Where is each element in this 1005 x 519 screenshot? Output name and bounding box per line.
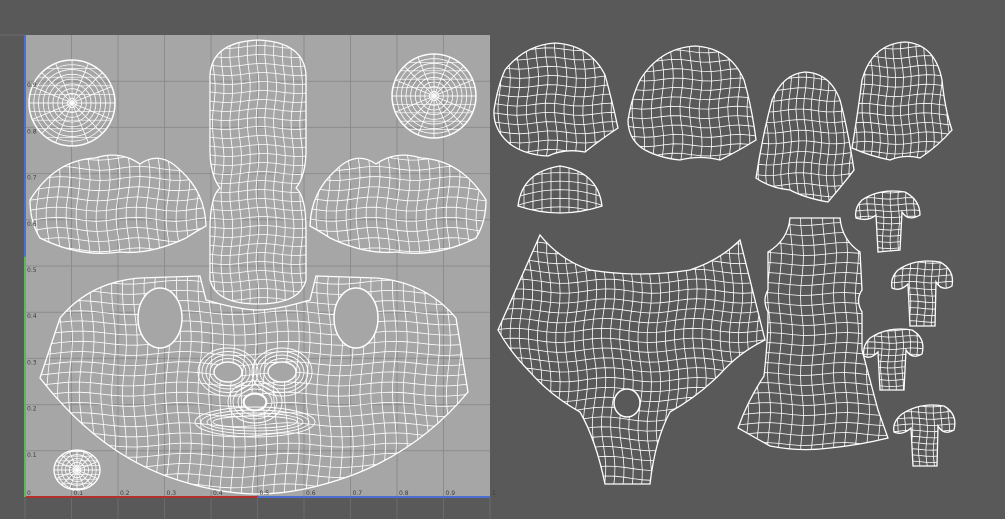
u-tick-label: 0.5 bbox=[260, 490, 270, 497]
v-tick-label: 0.9 bbox=[27, 82, 37, 89]
uv-editor-viewport[interactable]: 0 0.1 0.2 0.3 0.4 0.5 0.6 0.7 0.8 0.9 1 0.1 0.2 0.3 0.… bbox=[0, 0, 1005, 519]
uv-shell-eyeball-right[interactable] bbox=[391, 53, 477, 139]
u-tick-label: 0.9 bbox=[446, 490, 456, 497]
u-tick-label: 0.3 bbox=[167, 490, 177, 497]
eye-hole bbox=[267, 361, 297, 383]
u-tick-label: 1 bbox=[492, 490, 496, 497]
uv-shell-hood-3[interactable] bbox=[751, 67, 860, 208]
eye-socket-hole bbox=[137, 287, 183, 349]
v-tick-label: 0.5 bbox=[27, 267, 37, 274]
u-tick-label: 0.1 bbox=[74, 490, 84, 497]
v-tick-label: 0.8 bbox=[27, 128, 37, 135]
uv-shell-hood-2[interactable] bbox=[623, 41, 760, 166]
eye-hole bbox=[213, 361, 243, 383]
uv-shell-glove-4[interactable] bbox=[889, 399, 957, 469]
v-tick-label: 0.4 bbox=[27, 313, 37, 320]
u-tick-label: 0.6 bbox=[306, 490, 316, 497]
uv-shell-hood-4[interactable] bbox=[847, 37, 958, 164]
u-tick-label: 0.4 bbox=[213, 490, 223, 497]
v-tick-label: 0.7 bbox=[27, 175, 37, 182]
uv-shell-glove-2[interactable] bbox=[887, 255, 955, 329]
uv-shell-glove-1[interactable] bbox=[851, 185, 923, 255]
v-tick-label: 0.2 bbox=[27, 406, 37, 413]
uv-shell-dome[interactable] bbox=[515, 164, 605, 232]
u-tick-label: 0.8 bbox=[399, 490, 409, 497]
uv-shell-torso-front[interactable] bbox=[492, 230, 770, 490]
eye-socket-hole bbox=[333, 287, 379, 349]
torso-hole bbox=[613, 388, 641, 418]
v-tick-label: 0.3 bbox=[27, 359, 37, 366]
uv-shell-eyeball-left[interactable] bbox=[28, 59, 116, 147]
uv-shell-hood-1[interactable] bbox=[489, 39, 624, 162]
nose-hole bbox=[243, 393, 267, 411]
uv-shell-glove-3[interactable] bbox=[859, 323, 925, 393]
u-tick-label: 0.7 bbox=[353, 490, 363, 497]
uv-canvas[interactable]: 0 0.1 0.2 0.3 0.4 0.5 0.6 0.7 0.8 0.9 1 0.1 0.2 0.3 0.… bbox=[0, 0, 1005, 519]
v-tick-label: 0.1 bbox=[27, 452, 37, 459]
u-tick-label: 0.2 bbox=[120, 490, 130, 497]
u-tick-label: 0 bbox=[27, 490, 31, 497]
uv-shell-torso-back[interactable] bbox=[735, 213, 892, 456]
v-tick-label: 0.6 bbox=[27, 221, 37, 228]
